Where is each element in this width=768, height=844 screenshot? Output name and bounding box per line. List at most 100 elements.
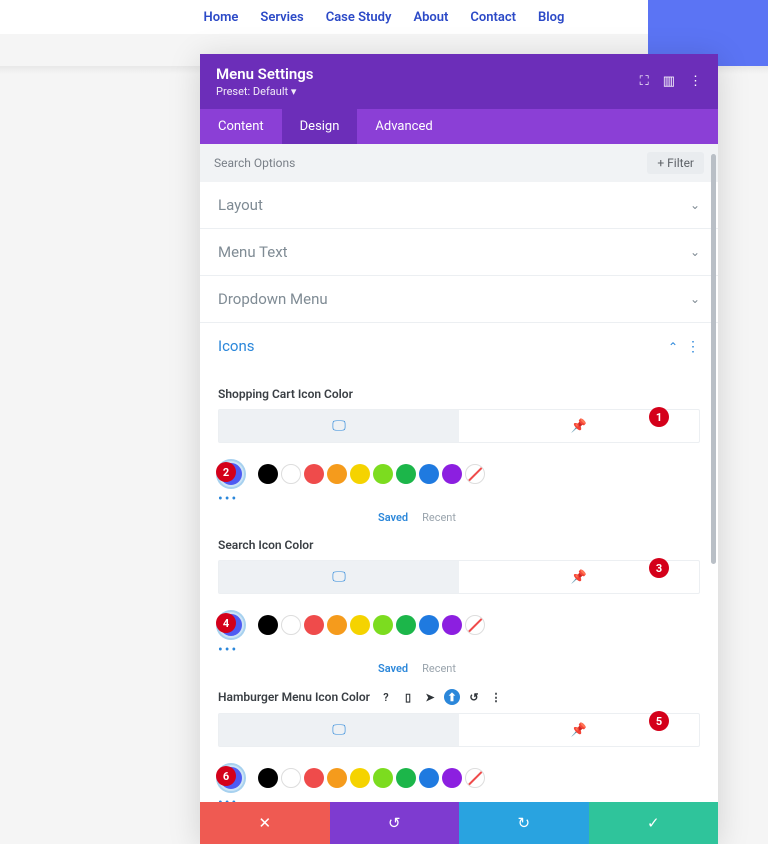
annotation-badge-5: 5 bbox=[649, 711, 669, 731]
swatch-none[interactable] bbox=[465, 615, 485, 635]
redo-button[interactable]: ↻ bbox=[459, 802, 589, 844]
swatch-green[interactable] bbox=[396, 768, 416, 788]
desktop-tab[interactable]: 🖵 bbox=[219, 714, 459, 746]
nav-contact[interactable]: Contact bbox=[470, 10, 516, 25]
modal-title: Menu Settings bbox=[216, 65, 314, 83]
expand-icon[interactable]: ⛶ bbox=[640, 74, 649, 89]
kebab-icon[interactable]: ⋮ bbox=[488, 689, 504, 705]
close-button[interactable]: ✕ bbox=[200, 802, 330, 844]
preset-dropdown[interactable]: Preset: Default ▾ bbox=[216, 85, 314, 98]
undo-button[interactable]: ↺ bbox=[330, 802, 460, 844]
desktop-tab[interactable]: 🖵 bbox=[219, 410, 459, 442]
nav-about[interactable]: About bbox=[413, 10, 448, 25]
label-hamburger-icon-color: Hamburger Menu Icon Color ? ▯ ➤ ⬆ ↺ ⋮ bbox=[218, 689, 700, 705]
swatch-green[interactable] bbox=[396, 464, 416, 484]
swatch-lime[interactable] bbox=[373, 768, 393, 788]
swatch-row-hamburger: 6 bbox=[218, 765, 700, 791]
section-layout[interactable]: Layout⌄ bbox=[200, 182, 718, 228]
cursor-icon[interactable]: ➤ bbox=[422, 689, 438, 705]
reset-icon[interactable]: ↺ bbox=[466, 689, 482, 705]
saved-tab[interactable]: Saved bbox=[378, 662, 408, 675]
swatch-yellow[interactable] bbox=[350, 464, 370, 484]
chevron-down-icon: ⌄ bbox=[690, 198, 700, 212]
scrollbar[interactable] bbox=[711, 154, 716, 564]
nav-blog[interactable]: Blog bbox=[538, 10, 564, 25]
label-search-icon-color: Search Icon Color bbox=[218, 538, 700, 552]
responsive-tabs-cart-color: 🖵 📌 1 bbox=[218, 409, 700, 443]
section-icons[interactable]: Icons ⌃⋮ bbox=[200, 323, 718, 369]
swatch-blue[interactable] bbox=[419, 464, 439, 484]
nav-services[interactable]: Servies bbox=[260, 10, 303, 25]
annotation-badge-1: 1 bbox=[649, 407, 669, 427]
swatch-lime[interactable] bbox=[373, 615, 393, 635]
swatch-red[interactable] bbox=[304, 615, 324, 635]
section-menu-text[interactable]: Menu Text⌄ bbox=[200, 229, 718, 275]
more-colors-icon[interactable]: ••• bbox=[218, 642, 700, 658]
label-cart-icon-color: Shopping Cart Icon Color bbox=[218, 387, 700, 401]
swatch-black[interactable] bbox=[258, 615, 278, 635]
swatch-blue[interactable] bbox=[419, 615, 439, 635]
chevron-down-icon: ⌄ bbox=[690, 292, 700, 306]
desktop-icon: 🖵 bbox=[332, 418, 346, 434]
tab-content[interactable]: Content bbox=[200, 109, 282, 144]
swatch-row-cart: 2 bbox=[218, 461, 700, 487]
recent-tab[interactable]: Recent bbox=[422, 511, 456, 524]
nav-case-study[interactable]: Case Study bbox=[326, 10, 392, 25]
help-icon[interactable]: ? bbox=[378, 689, 394, 705]
swatch-red[interactable] bbox=[304, 768, 324, 788]
nav-home[interactable]: Home bbox=[204, 10, 239, 25]
swatch-blue[interactable] bbox=[419, 768, 439, 788]
swatch-white[interactable] bbox=[281, 768, 301, 788]
swatch-none[interactable] bbox=[465, 768, 485, 788]
more-colors-icon[interactable]: ••• bbox=[218, 491, 700, 507]
modal-footer: ✕ ↺ ↻ ✓ bbox=[200, 802, 718, 844]
modal-body: Layout⌄ Menu Text⌄ Dropdown Menu⌄ Icons … bbox=[200, 182, 718, 802]
swatch-yellow[interactable] bbox=[350, 615, 370, 635]
swatch-lime[interactable] bbox=[373, 464, 393, 484]
swatch-yellow[interactable] bbox=[350, 768, 370, 788]
swatch-purple[interactable] bbox=[442, 464, 462, 484]
chevron-down-icon: ⌄ bbox=[690, 245, 700, 259]
mobile-icon[interactable]: ▯ bbox=[400, 689, 416, 705]
swatch-white[interactable] bbox=[281, 464, 301, 484]
hover-state-icon[interactable]: ⬆ bbox=[444, 689, 460, 705]
swatch-black[interactable] bbox=[258, 464, 278, 484]
swatch-green[interactable] bbox=[396, 615, 416, 635]
field-help-icons: ? ▯ ➤ ⬆ ↺ ⋮ bbox=[378, 689, 504, 705]
swatch-purple[interactable] bbox=[442, 615, 462, 635]
recent-tab[interactable]: Recent bbox=[422, 662, 456, 675]
swatch-none[interactable] bbox=[465, 464, 485, 484]
responsive-tabs-hamburger-color: 🖵 📌 5 bbox=[218, 713, 700, 747]
desktop-icon: 🖵 bbox=[332, 569, 346, 585]
save-button[interactable]: ✓ bbox=[589, 802, 719, 844]
pin-icon: 📌 bbox=[571, 723, 587, 738]
swatch-orange[interactable] bbox=[327, 464, 347, 484]
swatch-red[interactable] bbox=[304, 464, 324, 484]
chevron-up-icon: ⌃ bbox=[668, 340, 678, 354]
tab-advanced[interactable]: Advanced bbox=[357, 109, 450, 144]
swatch-white[interactable] bbox=[281, 615, 301, 635]
search-placeholder[interactable]: Search Options bbox=[214, 156, 295, 170]
section-options-icon[interactable]: ⋮ bbox=[686, 339, 700, 355]
responsive-tabs-search-color: 🖵 📌 3 bbox=[218, 560, 700, 594]
more-colors-icon[interactable]: ••• bbox=[218, 795, 700, 802]
tab-design[interactable]: Design bbox=[282, 109, 358, 144]
desktop-icon: 🖵 bbox=[332, 722, 346, 738]
columns-icon[interactable]: ▥ bbox=[663, 74, 675, 89]
swatch-orange[interactable] bbox=[327, 768, 347, 788]
swatch-black[interactable] bbox=[258, 768, 278, 788]
swatch-row-search: 4 bbox=[218, 612, 700, 638]
desktop-tab[interactable]: 🖵 bbox=[219, 561, 459, 593]
swatch-orange[interactable] bbox=[327, 615, 347, 635]
annotation-badge-4: 4 bbox=[216, 613, 236, 633]
kebab-icon[interactable]: ⋮ bbox=[689, 74, 702, 89]
section-dropdown-menu[interactable]: Dropdown Menu⌄ bbox=[200, 276, 718, 322]
modal-header: Menu Settings Preset: Default ▾ ⛶ ▥ ⋮ bbox=[200, 54, 718, 109]
search-options-bar: Search Options + Filter bbox=[200, 144, 718, 182]
icons-panel: Shopping Cart Icon Color 🖵 📌 1 2 bbox=[200, 369, 718, 802]
swatch-purple[interactable] bbox=[442, 768, 462, 788]
pin-icon: 📌 bbox=[571, 419, 587, 434]
annotation-badge-2: 2 bbox=[216, 462, 236, 482]
saved-tab[interactable]: Saved bbox=[378, 511, 408, 524]
filter-button[interactable]: + Filter bbox=[647, 152, 704, 174]
